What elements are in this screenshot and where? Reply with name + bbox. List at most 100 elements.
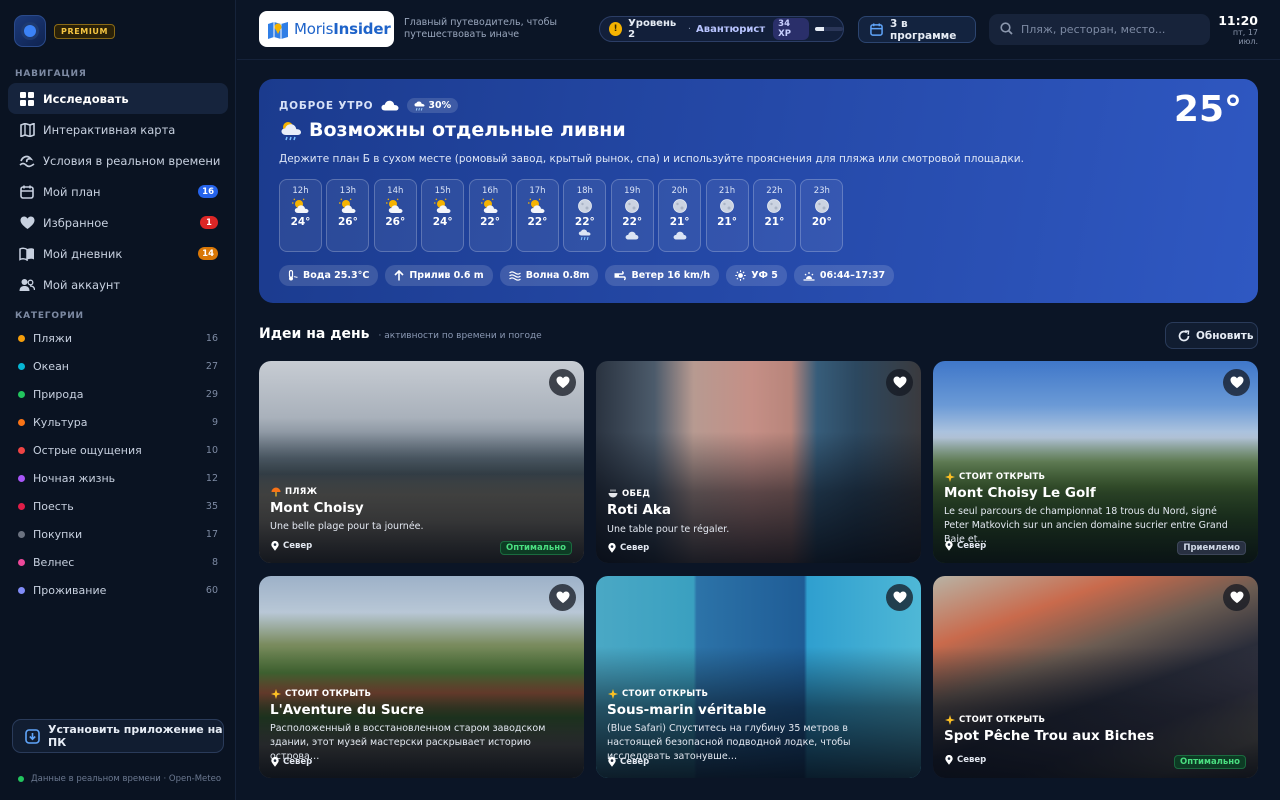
category-item-nightlife[interactable]: Ночная жизнь 12 (8, 464, 228, 492)
category-dot (18, 558, 25, 566)
chip-uv: УФ 5 (726, 265, 787, 286)
condition-text: Возможны отдельные ливни (309, 119, 626, 141)
plan-count-badge: 16 (198, 185, 218, 198)
app-logo[interactable] (14, 15, 46, 47)
sun-cloud-icon (280, 197, 321, 215)
map-icon (18, 121, 36, 139)
hour-tile: 20h 21° (658, 179, 702, 252)
chip-sunrise-sunset: 06:44–17:37 (793, 265, 895, 286)
favorite-button[interactable] (549, 369, 576, 396)
favorites-count-badge: 1 (200, 216, 218, 229)
card-location: Север (608, 543, 649, 553)
card-location: Север (945, 755, 986, 765)
favorite-button[interactable] (886, 584, 913, 611)
refresh-button[interactable]: Обновить (1165, 322, 1258, 349)
clock-time: 11:20 (1218, 13, 1258, 28)
hour-temp: 22° (527, 216, 548, 228)
card-location: Север (608, 757, 649, 767)
category-label: Культура (33, 415, 88, 429)
sun-cloud-icon (422, 197, 463, 215)
hour-label: 23h (813, 186, 830, 196)
location-pin-icon (608, 757, 616, 767)
idea-card-golf[interactable]: СТОИТ ОТКРЫТЬ Mont Choisy Le Golf Le seu… (933, 361, 1258, 563)
category-item-nature[interactable]: Природа 29 (8, 380, 228, 408)
favorite-button[interactable] (549, 584, 576, 611)
category-item-culture[interactable]: Культура 9 (8, 408, 228, 436)
users-icon (18, 276, 36, 294)
favorite-button[interactable] (1223, 369, 1250, 396)
moon-icon (801, 197, 842, 215)
hour-tile: 16h 22° (468, 179, 512, 252)
nav-item-favorites[interactable]: Избранное 1 (8, 207, 228, 238)
heart-icon (556, 591, 569, 604)
program-button[interactable]: 3 в программе (858, 16, 976, 43)
idea-card-roti-aka[interactable]: ОБЕД Roti Aka Une table pour te régaler.… (596, 361, 921, 563)
category-item-thrills[interactable]: Острые ощущения 10 (8, 436, 228, 464)
search-input[interactable] (1021, 23, 1201, 36)
hour-temp: 21° (764, 216, 785, 228)
card-tag: СТОИТ ОТКРЫТЬ (271, 689, 371, 699)
live-status-dot (18, 776, 24, 782)
location-pin-icon (945, 541, 953, 551)
sun-cloud-icon (517, 197, 558, 215)
category-item-beaches[interactable]: Пляжи 16 (8, 324, 228, 352)
category-item-shopping[interactable]: Покупки 17 (8, 520, 228, 548)
idea-card-aventure-du-sucre[interactable]: СТОИТ ОТКРЫТЬ L'Aventure du Sucre Распол… (259, 576, 584, 778)
nav-item-live-conditions[interactable]: Условия в реальном времени (8, 145, 228, 176)
search-box[interactable] (989, 14, 1210, 45)
premium-badge: PREMIUM (54, 23, 116, 39)
data-source-label: Данные в реальном времени · Open-Meteo (31, 774, 222, 784)
tagline: Главный путеводитель, чтобы путешествова… (404, 17, 557, 40)
heart-icon (893, 591, 906, 604)
card-location: Север (271, 757, 312, 767)
nav-item-journal[interactable]: Мой дневник 14 (8, 238, 228, 269)
moon-icon (754, 197, 795, 215)
level-progress-pill[interactable]: ! Уровень 2 · Авантюрист 34 XP (599, 16, 844, 42)
install-app-button[interactable]: Установить приложение на ПК (12, 719, 224, 753)
card-title: Roti Aka (607, 502, 671, 518)
nav-item-account[interactable]: Мой аккаунт (8, 269, 228, 300)
category-count: 17 (205, 528, 218, 540)
category-dot (18, 390, 25, 398)
nav-item-explore[interactable]: Исследовать (8, 83, 228, 114)
nav-item-map[interactable]: Интерактивная карта (8, 114, 228, 145)
category-label: Поесть (33, 499, 74, 513)
ideas-subtitle: · активности по времени и погоде (378, 331, 542, 341)
moon-icon (707, 197, 748, 215)
hour-label: 15h (434, 186, 451, 196)
idea-card-mont-choisy[interactable]: ПЛЯЖ Mont Choisy Une belle plage pour ta… (259, 361, 584, 563)
hour-temp: 22° (622, 216, 643, 228)
hour-label: 22h (766, 186, 783, 196)
hour-temp: 22° (480, 216, 500, 228)
category-item-wellness[interactable]: Велнес 8 (8, 548, 228, 576)
card-tag: СТОИТ ОТКРЫТЬ (608, 689, 708, 699)
category-item-ocean[interactable]: Океан 27 (8, 352, 228, 380)
category-label: Ночная жизнь (33, 471, 116, 485)
brand-logo[interactable]: MorisInsider (259, 11, 394, 47)
card-location: Север (271, 541, 312, 551)
search-icon (1000, 20, 1013, 39)
hour-temp: 24° (290, 216, 311, 228)
sidebar: PREMIUM НАВИГАЦИЯ Исследовать Интерактив… (0, 0, 236, 800)
category-item-lodging[interactable]: Проживание 60 (8, 576, 228, 604)
nav-item-my-plan[interactable]: Мой план 16 (8, 176, 228, 207)
idea-card-sous-marin[interactable]: СТОИТ ОТКРЫТЬ Sous-marin véritable (Blue… (596, 576, 921, 778)
category-count: 8 (211, 556, 218, 568)
location-pin-icon (271, 757, 279, 767)
category-item-food[interactable]: Поесть 35 (8, 492, 228, 520)
exclamation-icon: ! (609, 22, 623, 36)
clock-date: пт, 17 июл. (1232, 28, 1258, 46)
idea-card-spot-peche[interactable]: СТОИТ ОТКРЫТЬ Spot Pêche Trou aux Biches… (933, 576, 1258, 778)
hour-tile: 17h 22° (515, 179, 559, 252)
brand-name: MorisInsider (294, 20, 391, 38)
thermometer-icon (288, 270, 298, 281)
heart-icon (556, 376, 569, 389)
grid-icon (18, 90, 36, 108)
hour-tile: 22h 21° (752, 179, 796, 252)
card-description: Une belle plage pour ta journée. (270, 521, 424, 532)
hour-tile: 18h 22° (563, 179, 607, 252)
favorite-button[interactable] (1223, 584, 1250, 611)
status-badge: Оптимально (500, 541, 572, 555)
favorite-button[interactable] (886, 369, 913, 396)
category-count: 12 (205, 472, 218, 484)
